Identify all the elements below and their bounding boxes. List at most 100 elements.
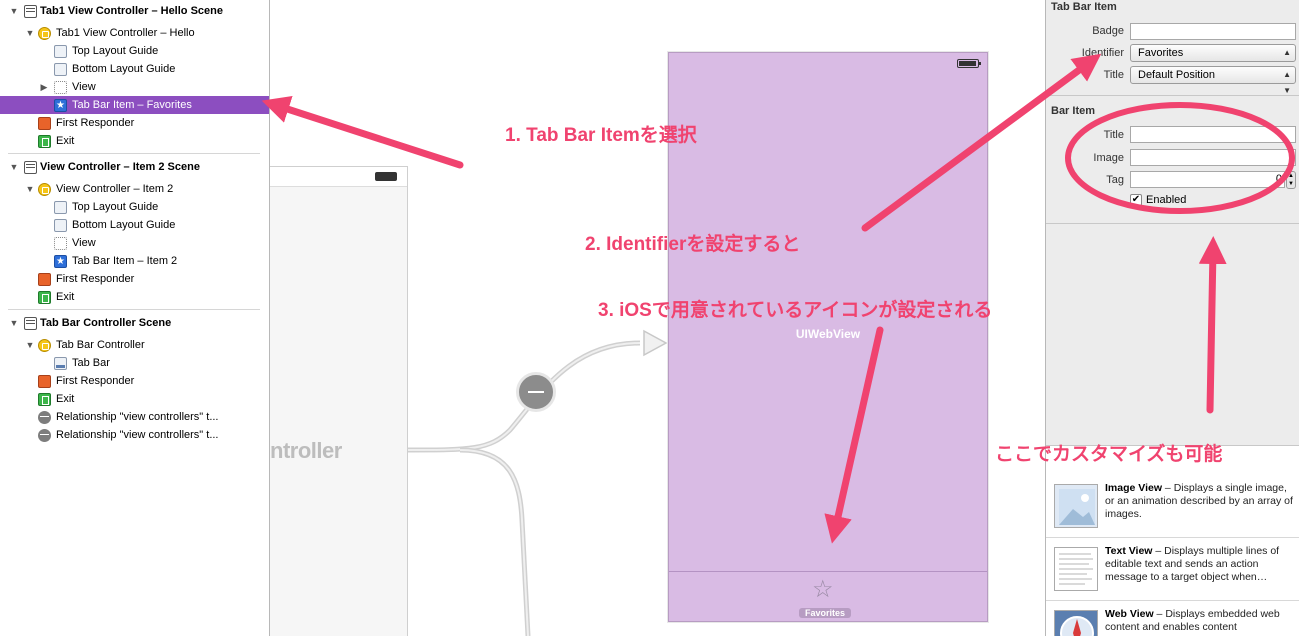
outline-row[interactable]: ▼ Tab1 View Controller – Hello [0, 24, 269, 42]
tab1-view-controller-frame[interactable]: UIWebView ☆ Favorites [668, 52, 988, 622]
badge-label: Badge [1092, 25, 1124, 37]
webview-label: UIWebView [795, 327, 861, 341]
outline-row-label: First Responder [56, 117, 135, 129]
view-controller-icon [38, 339, 51, 352]
identifier-popup[interactable]: Favorites ▲▼ [1130, 44, 1296, 73]
first-responder-icon [38, 375, 51, 388]
disclosure-expanded-icon[interactable]: ▼ [24, 24, 36, 42]
outline-scene-row[interactable]: ▼ Tab1 View Controller – Hello Scene [0, 2, 269, 20]
relationship-icon [38, 411, 51, 424]
attributes-inspector: Tab Bar Item Badge Identifier Favorites … [1045, 0, 1299, 636]
title-position-popup[interactable]: Default Position ▲ ▼ [1130, 66, 1296, 95]
library-item-web-view[interactable]: Web View – Displays embedded web content… [1046, 602, 1299, 636]
outline-row-label: Tab1 View Controller – Hello Scene [40, 5, 223, 17]
outline-row-label: Bottom Layout Guide [72, 63, 176, 75]
view-icon [54, 237, 67, 250]
outline-row[interactable]: Top Layout Guide [0, 198, 269, 216]
title-position-value: Default Position [1138, 69, 1216, 81]
disclosure-expanded-icon[interactable]: ▼ [8, 314, 20, 332]
bar-item-title-label: Title [1103, 129, 1124, 141]
relationship-segue-icon[interactable] [516, 372, 556, 412]
exit-icon [38, 135, 51, 148]
text-view-thumbnail-icon [1054, 547, 1098, 591]
exit-icon [38, 291, 51, 304]
favorites-star-icon[interactable]: ☆ [812, 578, 834, 602]
disclosure-expanded-icon[interactable]: ▼ [24, 180, 36, 198]
badge-field[interactable] [1130, 23, 1296, 40]
title-label: Title [1103, 69, 1124, 81]
outline-row[interactable]: First Responder [0, 114, 269, 132]
outline-row-label: Relationship "view controllers" t... [56, 429, 219, 441]
outline-row[interactable]: Bottom Layout Guide [0, 60, 269, 78]
outline-row-label: Top Layout Guide [72, 201, 159, 213]
library-item-text: Web View – Displays embedded web content… [1105, 608, 1293, 634]
section-divider [1046, 223, 1299, 224]
outline-row-label: Tab Bar Item – Item 2 [72, 255, 178, 267]
outline-row[interactable]: ▼ View Controller – Item 2 [0, 180, 269, 198]
outline-row[interactable]: ▼ Tab Bar Controller [0, 336, 269, 354]
tab-bar-item-section-title: Tab Bar Item [1051, 1, 1117, 13]
layout-guide-icon [54, 219, 67, 232]
library-item-name: Image View [1105, 482, 1163, 494]
outline-row[interactable]: ★ Tab Bar Item – Item 2 [0, 252, 269, 270]
layout-guide-icon [54, 45, 67, 58]
layout-guide-icon [54, 63, 67, 76]
outline-row[interactable]: Tab Bar [0, 354, 269, 372]
bar-item-section-title: Bar Item [1051, 105, 1096, 117]
outline-row-label: Tab Bar [72, 357, 110, 369]
outline-row-label: First Responder [56, 273, 135, 285]
tab-bar[interactable]: ☆ Favorites [669, 571, 987, 621]
section-divider [1046, 95, 1299, 96]
scene-icon [24, 5, 37, 18]
outline-row[interactable]: ★ Tab Bar Item – Favorites [0, 96, 269, 114]
outline-row-label: Top Layout Guide [72, 45, 159, 57]
outline-scene-row[interactable]: ▼ View Controller – Item 2 Scene [0, 158, 269, 176]
library-item-text: Text View – Displays multiple lines of e… [1105, 545, 1293, 584]
library-item-text: Image View – Displays a single image, or… [1105, 482, 1293, 521]
outline-row[interactable]: ▶ View [0, 78, 269, 96]
annotation-step3: 3. iOSで用意されているアイコンが設定される [598, 300, 993, 321]
outline-row[interactable]: View [0, 234, 269, 252]
library-item-image-view[interactable]: Image View – Displays a single image, or… [1046, 476, 1299, 538]
annotation-step2: 2. Identifierを設定すると [585, 234, 801, 255]
outline-row-label: Exit [56, 291, 75, 303]
outline-row[interactable]: Exit [0, 390, 269, 408]
disclosure-expanded-icon[interactable]: ▼ [8, 2, 20, 20]
tab-item-label[interactable]: Favorites [799, 608, 852, 618]
outline-row[interactable]: Bottom Layout Guide [0, 216, 269, 234]
image-combo[interactable] [1130, 149, 1296, 166]
scene-divider [8, 153, 260, 154]
enabled-label: Enabled [1146, 194, 1187, 206]
disclosure-expanded-icon[interactable]: ▼ [8, 158, 20, 176]
tag-stepper[interactable]: ▲ ▼ [1286, 171, 1296, 189]
disclosure-collapsed-icon[interactable]: ▶ [38, 78, 50, 96]
tab-bar-item-icon: ★ [54, 255, 67, 268]
library-item-name: Text View [1105, 545, 1153, 557]
identifier-label: Identifier [1081, 47, 1124, 59]
outline-row[interactable]: Exit [0, 132, 269, 150]
scene-icon [24, 161, 37, 174]
tag-field[interactable]: 0 [1130, 171, 1285, 188]
outline-row[interactable]: Exit [0, 288, 269, 306]
outline-row[interactable]: Top Layout Guide [0, 42, 269, 60]
library-item-text-view[interactable]: Text View – Displays multiple lines of e… [1046, 539, 1299, 601]
bar-item-title-field[interactable] [1130, 126, 1296, 143]
outline-scene-row[interactable]: ▼ Tab Bar Controller Scene [0, 314, 269, 332]
disclosure-expanded-icon[interactable]: ▼ [24, 336, 36, 354]
outline-row[interactable]: Relationship "view controllers" t... [0, 408, 269, 426]
outline-row-label: Tab Bar Controller Scene [40, 317, 172, 329]
first-responder-icon [38, 273, 51, 286]
identifier-value: Favorites [1138, 47, 1184, 59]
enabled-checkbox[interactable]: ✔ [1130, 194, 1142, 206]
web-view-compass-icon [1054, 610, 1098, 636]
scene-divider [8, 309, 260, 310]
tab-bar-item-icon: ★ [54, 99, 67, 112]
outline-row[interactable]: First Responder [0, 372, 269, 390]
object-library: Image View – Displays a single image, or… [1046, 445, 1299, 636]
outline-row[interactable]: Relationship "view controllers" t... [0, 426, 269, 444]
outline-row-label: Tab1 View Controller – Hello [56, 27, 195, 39]
outline-row[interactable]: First Responder [0, 270, 269, 288]
layout-guide-icon [54, 201, 67, 214]
outline-row-label: Exit [56, 393, 75, 405]
view-controller-icon [38, 183, 51, 196]
